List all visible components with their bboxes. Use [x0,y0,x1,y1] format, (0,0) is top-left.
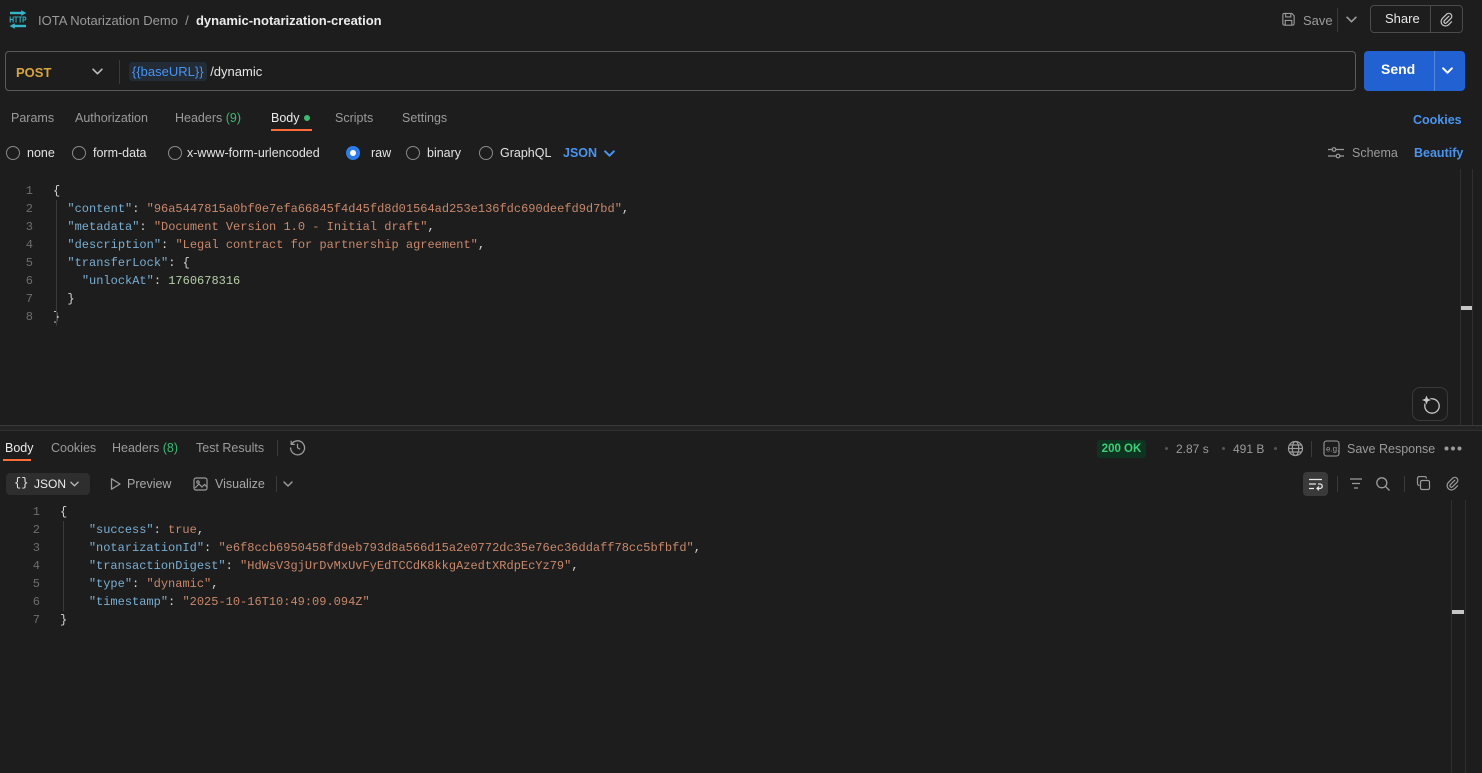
svg-text:HTTP: HTTP [9,15,27,25]
svg-text:e.g.: e.g. [1326,445,1339,454]
